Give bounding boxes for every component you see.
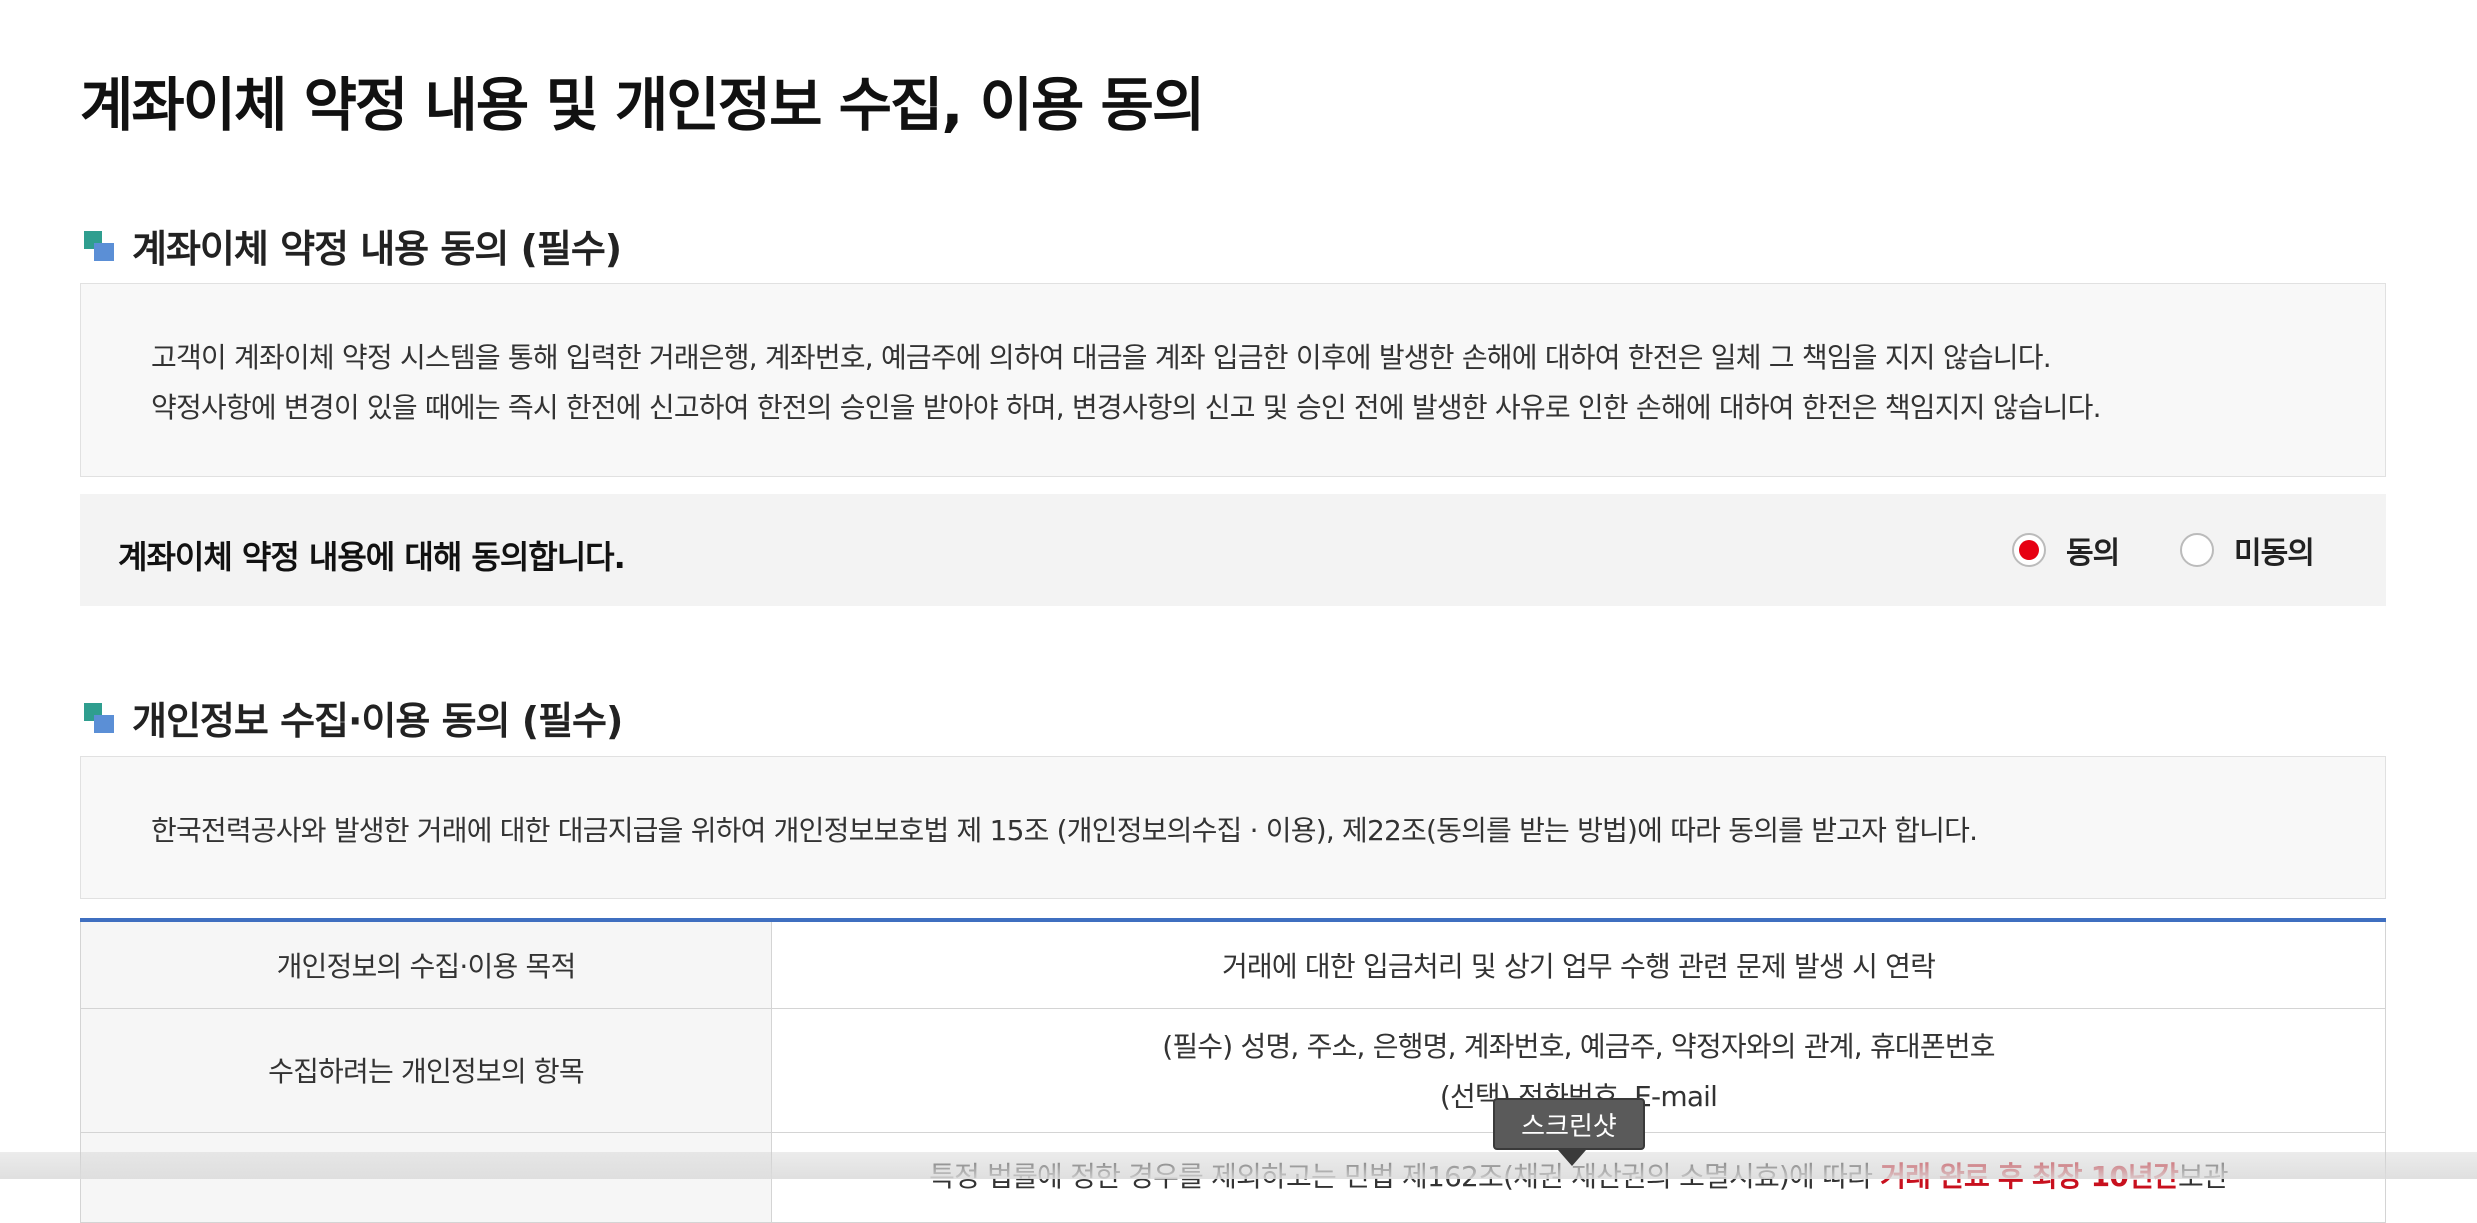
- personal-info-intro-box: 한국전력공사와 발생한 거래에 대한 대금지급을 위하여 개인정보보호법 제 1…: [80, 756, 2386, 899]
- screenshot-tooltip: 스크린샷: [1493, 1098, 1645, 1150]
- terms-box: 고객이 계좌이체 약정 시스템을 통해 입력한 거래은행, 계좌번호, 예금주에…: [80, 283, 2386, 477]
- tooltip-arrow-icon: [1558, 1150, 1586, 1166]
- table-row: 수집하려는 개인정보의 항목 (필수) 성명, 주소, 은행명, 계좌번호, 예…: [80, 1007, 2386, 1133]
- table-header-cell: 수집하려는 개인정보의 항목: [80, 1007, 772, 1133]
- section-title-personal-info: 개인정보 수집·이용 동의 (필수): [84, 690, 623, 745]
- section-title-text: 계좌이체 약정 내용 동의 (필수): [132, 227, 622, 271]
- page-title: 계좌이체 약정 내용 및 개인정보 수집, 이용 동의: [80, 71, 1205, 139]
- terms-line-1: 고객이 계좌이체 약정 시스템을 통해 입력한 거래은행, 계좌번호, 예금주에…: [151, 341, 2052, 374]
- agreement-label: 계좌이체 약정 내용에 대해 동의합니다.: [118, 538, 626, 576]
- radio-agree[interactable]: 동의: [2012, 528, 2120, 572]
- table-header-cell: 개인정보의 수집·이용 목적: [80, 919, 772, 1009]
- table-row: 개인정보의 수집·이용 목적 거래에 대한 입금처리 및 상기 업무 수행 관련…: [80, 919, 2386, 1009]
- radio-disagree-label: 미동의: [2234, 536, 2315, 571]
- section-title-text: 개인정보 수집·이용 동의 (필수): [132, 699, 623, 743]
- table-value-line: (필수) 성명, 주소, 은행명, 계좌번호, 예금주, 약정자와의 관계, 휴…: [1162, 1030, 1995, 1063]
- personal-info-intro: 한국전력공사와 발생한 거래에 대한 대금지급을 위하여 개인정보보호법 제 1…: [151, 814, 1978, 847]
- radio-disagree-indicator[interactable]: [2180, 533, 2214, 567]
- radio-agree-indicator[interactable]: [2012, 533, 2046, 567]
- section-title-account-transfer: 계좌이체 약정 내용 동의 (필수): [84, 218, 622, 273]
- radio-disagree[interactable]: 미동의: [2180, 528, 2315, 572]
- terms-line-2: 약정사항에 변경이 있을 때에는 즉시 한전에 신고하여 한전의 승인을 받아야…: [151, 391, 2102, 424]
- radio-agree-label: 동의: [2066, 536, 2120, 571]
- section-square-icon: [84, 230, 114, 261]
- table-value-cell: 거래에 대한 입금처리 및 상기 업무 수행 관련 문제 발생 시 연락: [771, 919, 2386, 1009]
- section-square-icon: [84, 702, 114, 733]
- agreement-bar: 계좌이체 약정 내용에 대해 동의합니다. 동의 미동의: [80, 494, 2386, 606]
- bottom-toolbar-overlay: [0, 1152, 2477, 1179]
